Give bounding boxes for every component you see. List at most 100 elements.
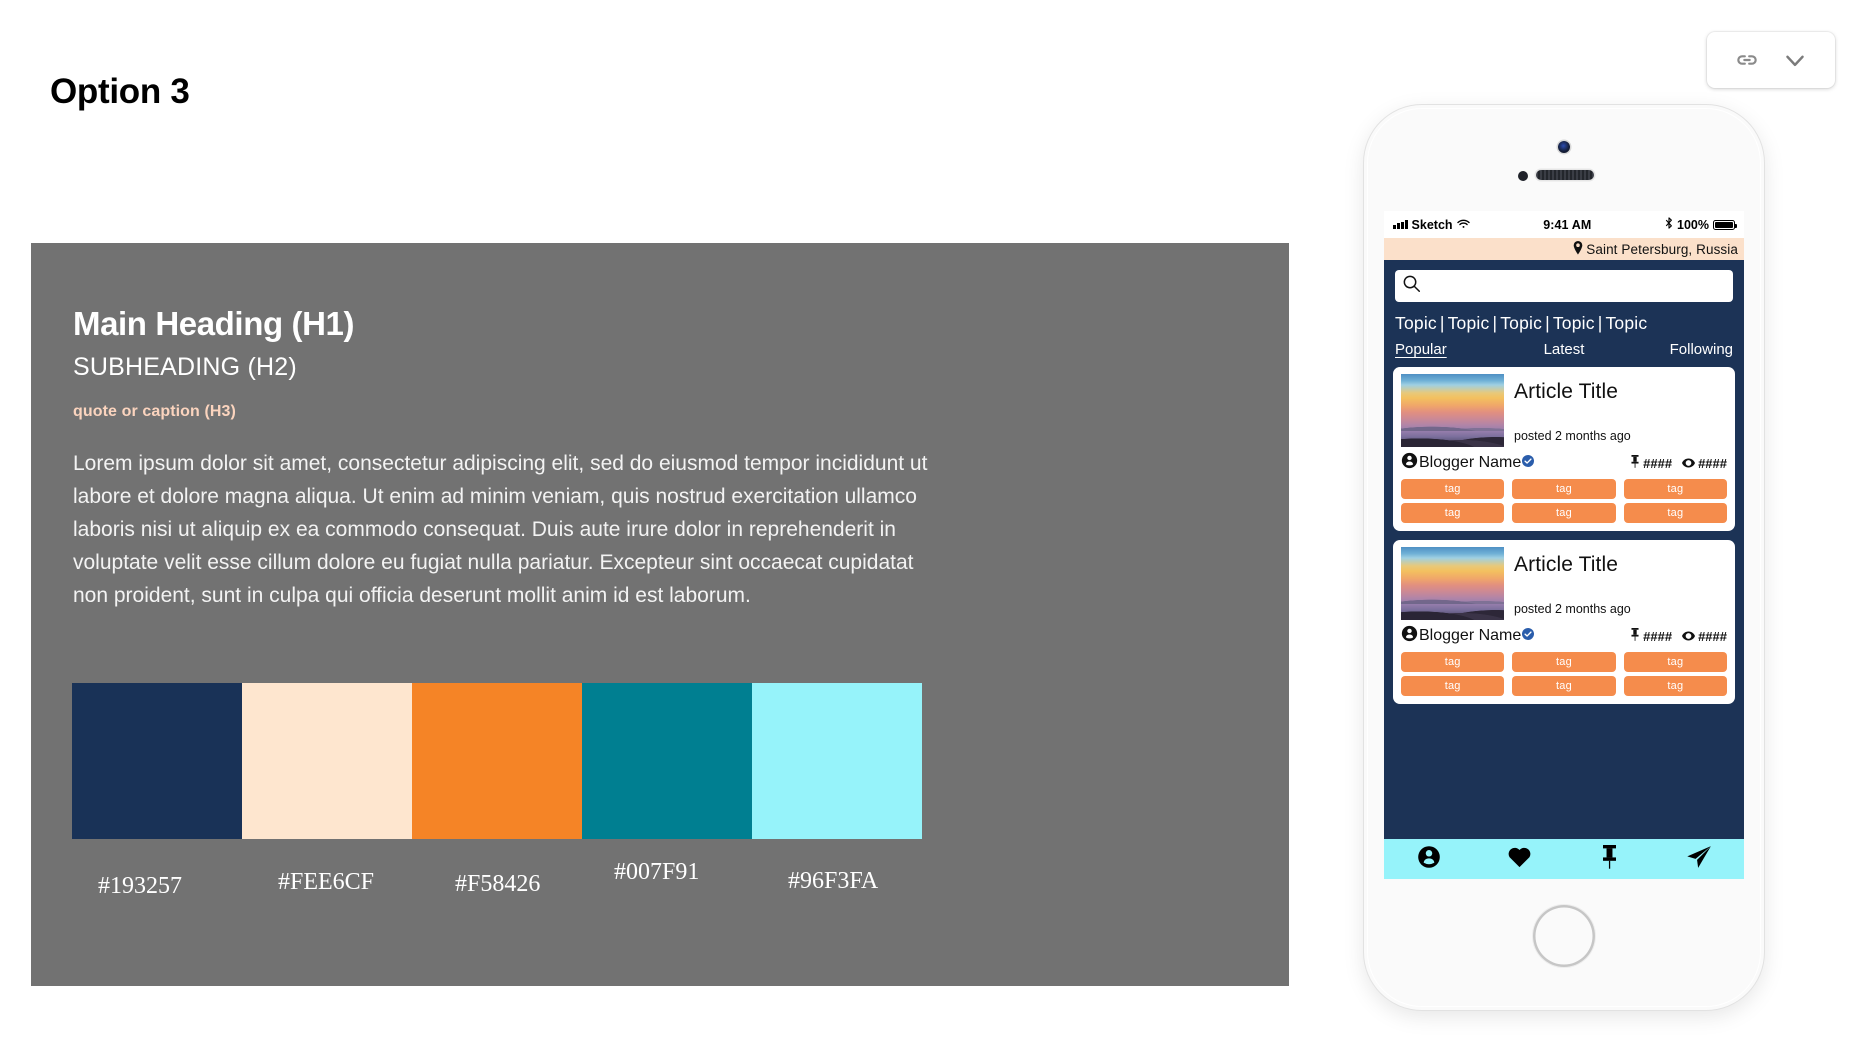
location-bar[interactable]: Saint Petersburg, Russia xyxy=(1384,238,1744,260)
carrier-label: Sketch xyxy=(1411,217,1453,232)
tag-chip[interactable]: tag xyxy=(1623,503,1727,523)
profile-icon xyxy=(1417,845,1441,874)
page-root: Option 3 Main Heading (H1) SUBHEADING (H… xyxy=(0,0,1874,1052)
link-control-bar[interactable] xyxy=(1707,32,1835,88)
nav-send-button[interactable] xyxy=(1654,845,1744,874)
tag-chip[interactable]: tag xyxy=(1401,652,1505,672)
color-hex-label: #F58426 xyxy=(455,871,541,897)
tag-chip[interactable]: tag xyxy=(1512,503,1616,523)
article-author[interactable]: Blogger Name xyxy=(1401,452,1535,474)
status-bar-left: Sketch xyxy=(1393,218,1470,232)
topics-nav[interactable]: Topic | Topic | Topic | Topic | Topic xyxy=(1384,302,1744,334)
author-name-label: Blogger Name xyxy=(1419,454,1522,471)
color-swatch xyxy=(752,683,922,839)
article-thumbnail xyxy=(1401,547,1504,620)
article-title: Article Title xyxy=(1514,380,1618,403)
nav-profile-button[interactable] xyxy=(1384,845,1474,874)
article-title: Article Title xyxy=(1514,553,1618,576)
topic-separator: | xyxy=(1597,313,1603,333)
heading-h2-sample: SUBHEADING (H2) xyxy=(73,353,297,381)
search-icon xyxy=(1402,274,1421,298)
battery-percent-label: 100% xyxy=(1677,217,1709,232)
pin-count: #### xyxy=(1643,455,1673,471)
nav-likes-button[interactable] xyxy=(1474,845,1564,873)
feed-tabs: Popular Latest Following xyxy=(1384,334,1744,358)
search-section xyxy=(1384,260,1744,302)
location-label: Saint Petersburg, Russia xyxy=(1586,241,1738,257)
phone-screen: Sketch 9:41 AM 100% Saint Petersburg, Ru… xyxy=(1384,211,1744,879)
pushpin-icon xyxy=(1630,628,1640,644)
view-stat: #### xyxy=(1682,456,1727,471)
topic-link[interactable]: Topic xyxy=(1448,313,1490,333)
pin-stat: #### xyxy=(1630,628,1672,644)
pushpin-icon xyxy=(1630,455,1640,471)
pushpin-icon xyxy=(1601,844,1618,874)
tag-chip[interactable]: tag xyxy=(1623,676,1727,696)
send-icon xyxy=(1686,845,1712,874)
link-icon[interactable] xyxy=(1734,47,1760,73)
color-swatch-labels: #193257 #FEE6CF #F58426 #007F91 #96F3FA xyxy=(72,847,972,907)
article-card-top: Article Title posted 2 months ago xyxy=(1401,547,1727,620)
article-card-text: Article Title posted 2 months ago xyxy=(1514,374,1727,447)
battery-icon xyxy=(1713,219,1738,230)
view-count: #### xyxy=(1698,628,1727,644)
page-title: Option 3 xyxy=(50,72,190,111)
article-posted: posted 2 months ago xyxy=(1514,429,1631,443)
verified-badge-icon xyxy=(1522,454,1535,472)
search-input[interactable] xyxy=(1395,270,1733,302)
topic-link[interactable]: Topic xyxy=(1395,313,1437,333)
article-posted: posted 2 months ago xyxy=(1514,602,1631,616)
color-swatch xyxy=(242,683,412,839)
cell-signal-icon xyxy=(1393,220,1408,229)
home-button[interactable] xyxy=(1533,905,1595,967)
tag-chip[interactable]: tag xyxy=(1512,676,1616,696)
topic-separator: | xyxy=(1492,313,1498,333)
tag-chip[interactable]: tag xyxy=(1401,503,1505,523)
article-card-top: Article Title posted 2 months ago xyxy=(1401,374,1727,447)
color-swatch xyxy=(72,683,242,839)
verified-badge-icon xyxy=(1522,627,1535,645)
article-card[interactable]: Article Title posted 2 months ago Blogge… xyxy=(1393,540,1735,704)
tab-popular[interactable]: Popular xyxy=(1395,341,1508,358)
topic-link[interactable]: Topic xyxy=(1605,313,1647,333)
status-bar: Sketch 9:41 AM 100% xyxy=(1384,211,1744,238)
nav-pinned-button[interactable] xyxy=(1564,844,1654,874)
style-guide-panel: Main Heading (H1) SUBHEADING (H2) quote … xyxy=(31,243,1289,986)
tag-chip[interactable]: tag xyxy=(1401,676,1505,696)
bluetooth-icon xyxy=(1665,217,1673,232)
status-bar-time: 9:41 AM xyxy=(1543,217,1592,232)
earpiece-speaker xyxy=(1536,170,1594,180)
tag-chip[interactable]: tag xyxy=(1401,479,1505,499)
eye-icon xyxy=(1682,629,1696,644)
author-name-label: Blogger Name xyxy=(1419,627,1522,644)
article-author[interactable]: Blogger Name xyxy=(1401,625,1535,647)
proximity-sensor-icon xyxy=(1518,171,1528,181)
bottom-nav-bar xyxy=(1384,839,1744,879)
heart-icon xyxy=(1507,845,1532,873)
tag-list: tag tag tag tag tag tag xyxy=(1401,479,1727,523)
article-stats: #### #### xyxy=(1630,628,1727,644)
color-hex-label: #007F91 xyxy=(614,859,700,885)
wifi-icon xyxy=(1456,218,1470,232)
tag-chip[interactable]: tag xyxy=(1512,479,1616,499)
color-swatch-row xyxy=(72,683,922,839)
tab-latest[interactable]: Latest xyxy=(1508,341,1621,358)
color-hex-label: #96F3FA xyxy=(788,868,879,894)
tag-chip[interactable]: tag xyxy=(1623,479,1727,499)
color-hex-label: #FEE6CF xyxy=(278,869,375,895)
pin-stat: #### xyxy=(1630,455,1672,471)
topic-separator: | xyxy=(1439,313,1445,333)
topic-link[interactable]: Topic xyxy=(1553,313,1595,333)
phone-mockup: Sketch 9:41 AM 100% Saint Petersburg, Ru… xyxy=(1332,105,1772,1010)
view-stat: #### xyxy=(1682,629,1727,644)
chevron-down-icon[interactable] xyxy=(1782,47,1808,73)
user-circle-icon xyxy=(1401,452,1418,474)
topic-link[interactable]: Topic xyxy=(1500,313,1542,333)
tag-chip[interactable]: tag xyxy=(1623,652,1727,672)
article-meta-row: Blogger Name #### #### xyxy=(1401,452,1727,474)
tab-following[interactable]: Following xyxy=(1620,341,1733,358)
tag-chip[interactable]: tag xyxy=(1512,652,1616,672)
phone-body: Sketch 9:41 AM 100% Saint Petersburg, Ru… xyxy=(1364,105,1764,1010)
article-stats: #### #### xyxy=(1630,455,1727,471)
article-card[interactable]: Article Title posted 2 months ago Blogge… xyxy=(1393,367,1735,531)
